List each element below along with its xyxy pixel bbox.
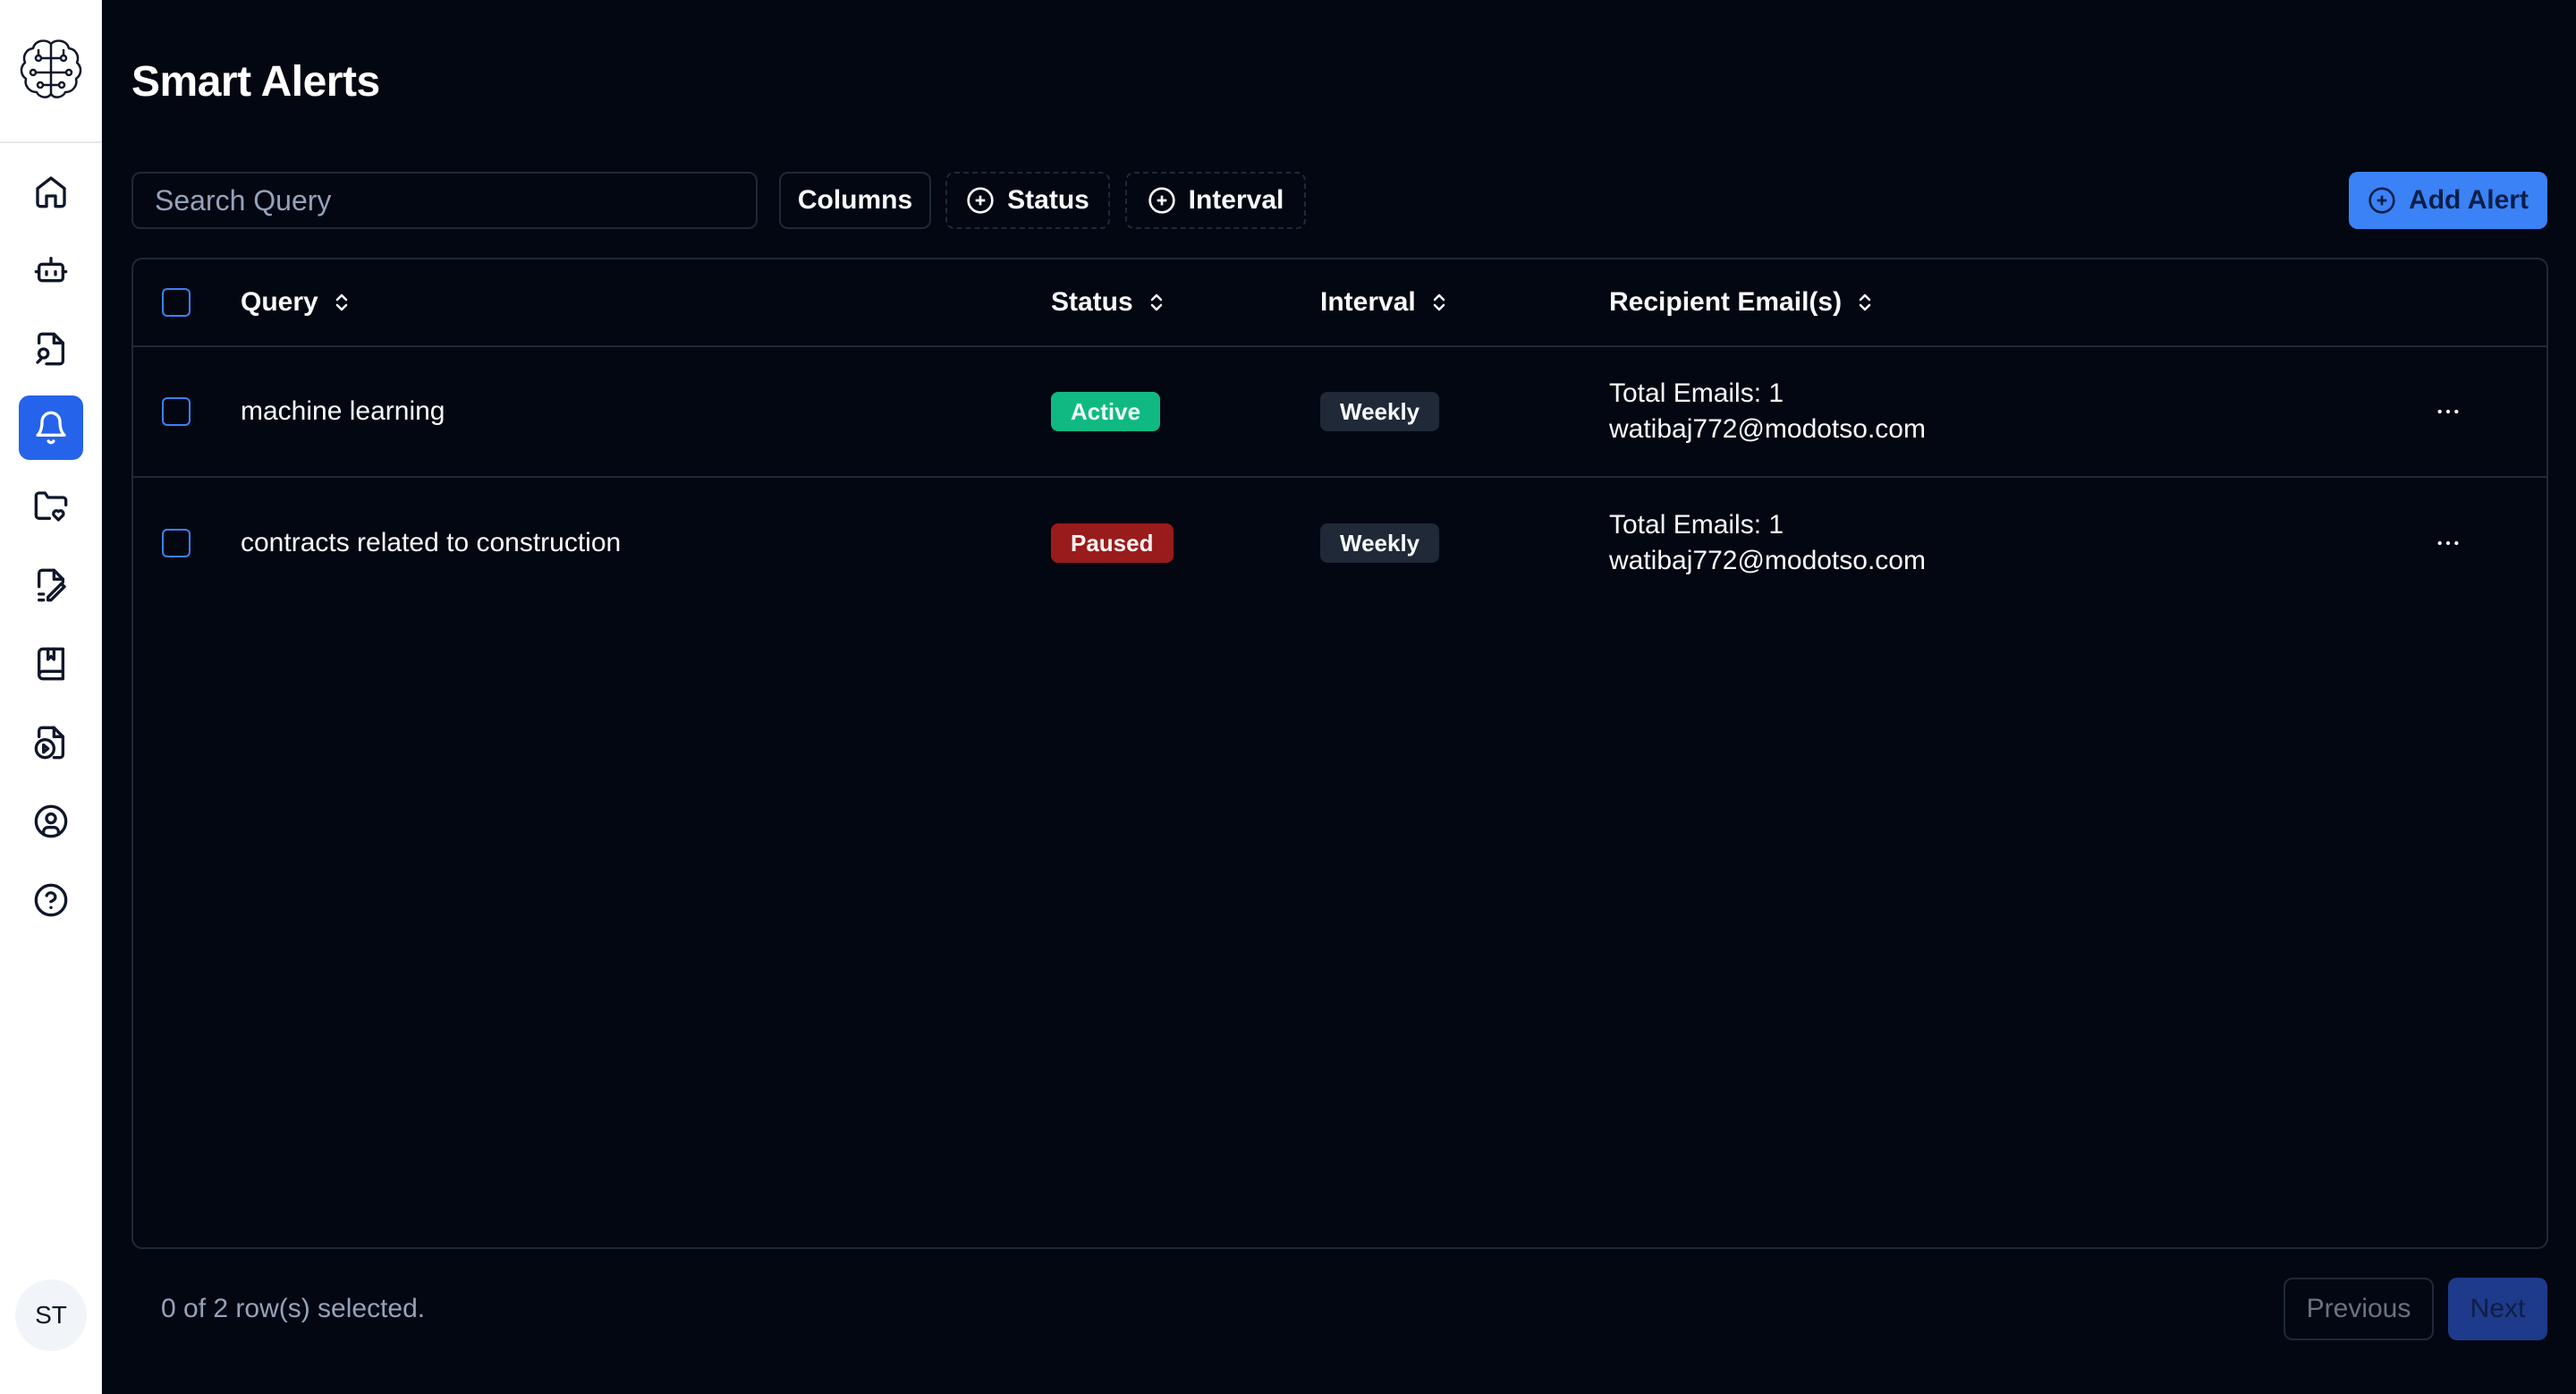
interval-cell: Weekly	[1320, 392, 1440, 431]
sidebar-item-help[interactable]	[19, 868, 83, 932]
app: ST Smart Alerts Columns Status Interval …	[0, 0, 2576, 1394]
more-horizontal-icon	[2437, 540, 2459, 546]
sidebar-item-bot[interactable]	[19, 238, 83, 302]
row-checkbox[interactable]	[162, 529, 191, 557]
status-cell: Active	[1051, 392, 1161, 431]
more-horizontal-icon	[2437, 409, 2459, 414]
table-row: machine learning Active Weekly Total Ema…	[133, 347, 2546, 478]
file-edit-icon	[38, 568, 66, 602]
alerts-table: Query Status Interval Recipient Email(s)…	[131, 258, 2548, 1249]
sidebar-item-alerts[interactable]	[19, 395, 83, 460]
next-page-button[interactable]: Next	[2448, 1278, 2547, 1340]
status-filter-label: Status	[1007, 185, 1089, 215]
sort-icon	[1150, 293, 1162, 311]
total-emails: Total Emails: 1	[1609, 510, 1784, 540]
add-alert-label: Add Alert	[2409, 185, 2529, 215]
select-all-checkbox[interactable]	[162, 288, 191, 317]
interval-filter-label: Interval	[1188, 185, 1284, 215]
sidebar-item-folder-heart[interactable]	[19, 474, 83, 539]
logo[interactable]	[0, 0, 102, 143]
interval-badge: Weekly	[1320, 392, 1440, 431]
book-icon	[38, 647, 65, 681]
plus-circle-icon	[2368, 187, 2395, 214]
search-input[interactable]	[131, 172, 758, 229]
table-header-row: Query Status Interval Recipient Email(s)	[133, 259, 2546, 347]
column-header-label: Recipient Email(s)	[1609, 287, 1843, 317]
column-header-status[interactable]: Status	[1051, 287, 1167, 318]
status-cell: Paused	[1051, 523, 1174, 563]
query-cell: contracts related to construction	[241, 528, 622, 557]
page-title: Smart Alerts	[131, 58, 380, 106]
plus-circle-icon	[1148, 187, 1175, 214]
table-row: contracts related to construction Paused…	[133, 478, 2546, 608]
sidebar: ST	[0, 0, 102, 1394]
interval-cell: Weekly	[1320, 523, 1440, 563]
brain-icon	[20, 39, 82, 98]
add-alert-button[interactable]: Add Alert	[2349, 172, 2547, 229]
bot-icon	[34, 257, 68, 283]
sidebar-item-file-search[interactable]	[19, 317, 83, 381]
column-header-recipients[interactable]: Recipient Email(s)	[1609, 287, 1876, 318]
total-emails: Total Emails: 1	[1609, 378, 1784, 408]
column-header-interval[interactable]: Interval	[1320, 287, 1450, 318]
interval-badge: Weekly	[1320, 523, 1440, 563]
folder-heart-icon	[34, 491, 68, 522]
status-badge: Paused	[1051, 523, 1174, 563]
sort-icon	[335, 293, 347, 311]
home-icon	[36, 176, 66, 208]
sort-icon	[1433, 293, 1445, 311]
plus-circle-icon	[967, 187, 994, 214]
user-circle-icon	[34, 804, 68, 838]
help-circle-icon	[34, 883, 68, 917]
row-checkbox[interactable]	[162, 397, 191, 426]
sort-icon	[1859, 293, 1871, 311]
row-actions-button[interactable]	[2427, 522, 2470, 565]
recipients-cell: Total Emails: 1 watibaj772@modotso.com	[1609, 376, 1926, 447]
selection-count: 0 of 2 row(s) selected.	[161, 1294, 426, 1323]
email-address: watibaj772@modotso.com	[1609, 414, 1926, 444]
row-actions-button[interactable]	[2427, 390, 2470, 433]
recipients-cell: Total Emails: 1 watibaj772@modotso.com	[1609, 507, 1926, 579]
sidebar-item-account[interactable]	[19, 789, 83, 854]
columns-button[interactable]: Columns	[779, 172, 931, 229]
bell-icon	[36, 411, 66, 445]
sidebar-item-file-video[interactable]	[19, 710, 83, 775]
file-video-icon	[34, 726, 65, 760]
column-header-query[interactable]: Query	[241, 287, 352, 318]
status-filter-button[interactable]: Status	[945, 172, 1110, 229]
query-cell: machine learning	[241, 396, 445, 426]
column-header-label: Interval	[1320, 287, 1416, 317]
interval-filter-button[interactable]: Interval	[1125, 172, 1306, 229]
column-header-label: Status	[1051, 287, 1133, 317]
sidebar-item-book[interactable]	[19, 632, 83, 696]
email-address: watibaj772@modotso.com	[1609, 546, 1926, 575]
sidebar-item-file-edit[interactable]	[19, 553, 83, 617]
previous-page-button[interactable]: Previous	[2284, 1278, 2434, 1340]
status-badge: Active	[1051, 392, 1161, 431]
file-search-icon	[36, 332, 65, 366]
columns-label: Columns	[797, 185, 913, 215]
avatar[interactable]: ST	[15, 1279, 87, 1351]
sidebar-item-home[interactable]	[19, 159, 83, 224]
column-header-label: Query	[241, 287, 318, 317]
